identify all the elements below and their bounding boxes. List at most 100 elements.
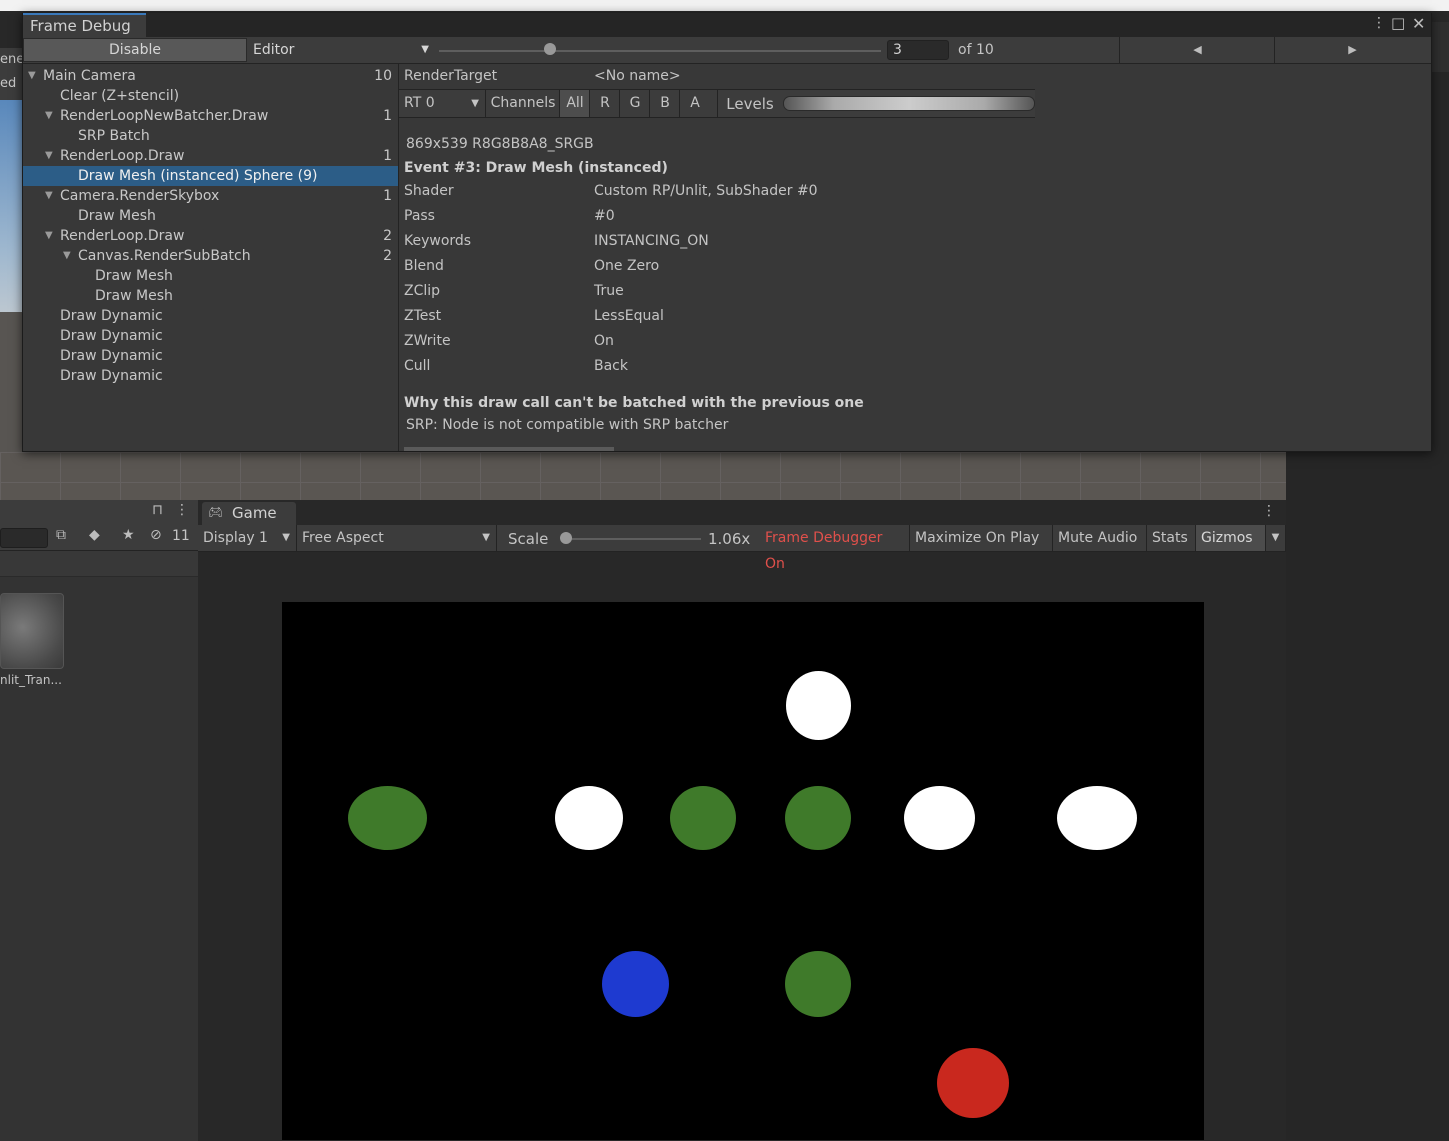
property-label: Keywords bbox=[404, 233, 472, 249]
property-value: LessEqual bbox=[594, 308, 664, 324]
tree-item[interactable]: Draw Dynamic bbox=[23, 306, 398, 326]
scale-slider-thumb[interactable] bbox=[560, 532, 572, 544]
filter-by-type-icon[interactable]: ⧉ bbox=[56, 527, 66, 543]
tree-item[interactable]: SRP Batch bbox=[23, 126, 398, 146]
material-asset-label: nlit_Tran... bbox=[0, 673, 62, 687]
favorite-star-icon[interactable]: ★ bbox=[122, 527, 135, 543]
game-render-canvas[interactable] bbox=[282, 602, 1204, 1140]
disable-button[interactable]: Disable bbox=[23, 38, 247, 62]
sphere bbox=[1057, 786, 1137, 850]
tree-item[interactable]: ▼ RenderLoopNewBatcher.Draw 1 bbox=[23, 106, 398, 126]
render-target-label: RenderTarget bbox=[404, 68, 498, 84]
gizmos-toggle[interactable]: Gizmos bbox=[1196, 525, 1266, 551]
tab-frame-debug[interactable]: Frame Debug bbox=[23, 13, 146, 37]
game-toolbar: Display 1 ▼ Free Aspect ▼ Scale 1.06x Fr… bbox=[198, 525, 1286, 572]
scale-label: Scale bbox=[508, 530, 549, 548]
tree-item[interactable]: Clear (Z+stencil) bbox=[23, 86, 398, 106]
channel-a-button[interactable]: A bbox=[679, 90, 710, 117]
more-options-icon[interactable]: ⋮ bbox=[175, 502, 189, 518]
expand-arrow-icon[interactable]: ▼ bbox=[63, 246, 71, 266]
more-options-icon[interactable]: ⋮ bbox=[1372, 15, 1386, 31]
channel-b-button[interactable]: B bbox=[649, 90, 680, 117]
project-toolbar: ⧉ ◆ ★ ⊘ 11 bbox=[0, 524, 198, 551]
scene-tab-stub[interactable]: ene ed bbox=[0, 48, 24, 100]
bottom-tabs-stub[interactable] bbox=[404, 447, 614, 451]
more-options-icon[interactable]: ⋮ bbox=[1262, 503, 1276, 519]
channel-g-button[interactable]: G bbox=[619, 90, 650, 117]
tree-item[interactable]: ▼ Camera.RenderSkybox 1 bbox=[23, 186, 398, 206]
expand-arrow-icon[interactable]: ▼ bbox=[45, 146, 53, 166]
event-index-input[interactable]: 3 bbox=[887, 40, 949, 60]
event-slider-thumb[interactable] bbox=[543, 43, 556, 55]
scale-slider-track[interactable] bbox=[565, 538, 701, 540]
display-dropdown[interactable]: Display 1 ▼ bbox=[198, 525, 297, 551]
tree-item[interactable]: Draw Dynamic bbox=[23, 366, 398, 386]
previous-event-button[interactable]: ◀ bbox=[1119, 37, 1275, 63]
aspect-dropdown[interactable]: Free Aspect ▼ bbox=[297, 525, 497, 551]
tree-item[interactable]: ▼ Canvas.RenderSubBatch 2 bbox=[23, 246, 398, 266]
mute-audio-toggle[interactable]: Mute Audio bbox=[1053, 525, 1147, 551]
gizmos-dropdown-icon[interactable]: ▼ bbox=[1266, 525, 1286, 551]
tree-item[interactable]: Draw Mesh (instanced) Sphere (9) bbox=[23, 166, 398, 186]
tree-item-count: 1 bbox=[383, 188, 392, 204]
search-input[interactable] bbox=[0, 528, 48, 548]
sphere bbox=[785, 786, 851, 850]
triangle-left-icon: ◀ bbox=[1193, 43, 1202, 56]
scene-skybox bbox=[0, 72, 22, 312]
property-value: One Zero bbox=[594, 258, 660, 274]
project-content: nlit_Tran... bbox=[0, 576, 198, 1141]
sphere bbox=[555, 786, 623, 850]
chevron-down-icon: ▼ bbox=[282, 532, 290, 543]
close-icon[interactable]: ✕ bbox=[1412, 14, 1425, 33]
levels-range-slider[interactable] bbox=[783, 96, 1035, 111]
label-tag-icon[interactable]: ◆ bbox=[89, 527, 100, 543]
frame-debug-titlebar: Frame Debug ⋮ □ ✕ bbox=[23, 13, 1431, 37]
lock-icon[interactable]: ⊓ bbox=[152, 502, 163, 518]
tree-item-count: 10 bbox=[374, 68, 392, 84]
tab-game[interactable]: 🎮︎ Game bbox=[202, 502, 296, 525]
property-label: ZWrite bbox=[404, 333, 451, 349]
property-label: Shader bbox=[404, 183, 454, 199]
project-header: ⊓ ⋮ bbox=[0, 500, 198, 525]
expand-arrow-icon[interactable]: ▼ bbox=[45, 226, 53, 246]
render-target-toolbar: RT 0 ▼ Channels All R G B A Levels bbox=[399, 89, 1035, 118]
maximize-on-play-toggle[interactable]: Maximize On Play bbox=[910, 525, 1053, 551]
sphere bbox=[904, 786, 975, 850]
tree-item[interactable]: ▼ RenderLoop.Draw 2 bbox=[23, 226, 398, 246]
maximize-icon[interactable]: □ bbox=[1391, 14, 1405, 32]
project-panel: ⊓ ⋮ ⧉ ◆ ★ ⊘ 11 nlit_Tran... bbox=[0, 500, 198, 1141]
scene-grid bbox=[0, 452, 1286, 500]
tree-item[interactable]: Draw Mesh bbox=[23, 266, 398, 286]
tree-item-label: Draw Dynamic bbox=[60, 368, 163, 384]
aspect-value: Free Aspect bbox=[302, 530, 384, 546]
tree-item[interactable]: Draw Mesh bbox=[23, 206, 398, 226]
levels-label: Levels bbox=[717, 90, 782, 117]
tree-item-label: Clear (Z+stencil) bbox=[60, 88, 180, 104]
property-value: #0 bbox=[594, 208, 615, 224]
hidden-eye-icon[interactable]: ⊘ bbox=[150, 527, 162, 543]
expand-arrow-icon[interactable]: ▼ bbox=[28, 66, 36, 86]
tree-item[interactable]: Draw Dynamic bbox=[23, 346, 398, 366]
expand-arrow-icon[interactable]: ▼ bbox=[45, 186, 53, 206]
tree-item-label: Camera.RenderSkybox bbox=[60, 188, 220, 204]
expand-arrow-icon[interactable]: ▼ bbox=[45, 106, 53, 126]
scale-value: 1.06x bbox=[708, 530, 751, 548]
target-dropdown[interactable]: Editor ▼ bbox=[248, 38, 435, 62]
batch-break-heading: Why this draw call can't be batched with… bbox=[404, 395, 864, 411]
stats-toggle[interactable]: Stats bbox=[1147, 525, 1196, 551]
batch-break-reason: SRP: Node is not compatible with SRP bat… bbox=[406, 417, 729, 433]
tree-item[interactable]: ▼ RenderLoop.Draw 1 bbox=[23, 146, 398, 166]
event-slider-track[interactable] bbox=[439, 50, 881, 52]
next-event-button[interactable]: ▶ bbox=[1274, 37, 1430, 63]
tree-item[interactable]: Draw Dynamic bbox=[23, 326, 398, 346]
tree-item[interactable]: Draw Mesh bbox=[23, 286, 398, 306]
frame-debugger-on-button[interactable]: Frame Debugger On bbox=[760, 525, 910, 572]
tree-item-label: Draw Mesh bbox=[78, 208, 156, 224]
rt-dropdown[interactable]: RT 0 ▼ bbox=[399, 90, 485, 117]
material-asset-thumbnail[interactable] bbox=[0, 593, 64, 669]
tree-item[interactable]: ▼ Main Camera 10 bbox=[23, 66, 398, 86]
channel-r-button[interactable]: R bbox=[589, 90, 620, 117]
chevron-down-icon: ▼ bbox=[482, 532, 490, 543]
display-value: Display 1 bbox=[203, 530, 268, 546]
channel-all-button[interactable]: All bbox=[559, 90, 590, 117]
